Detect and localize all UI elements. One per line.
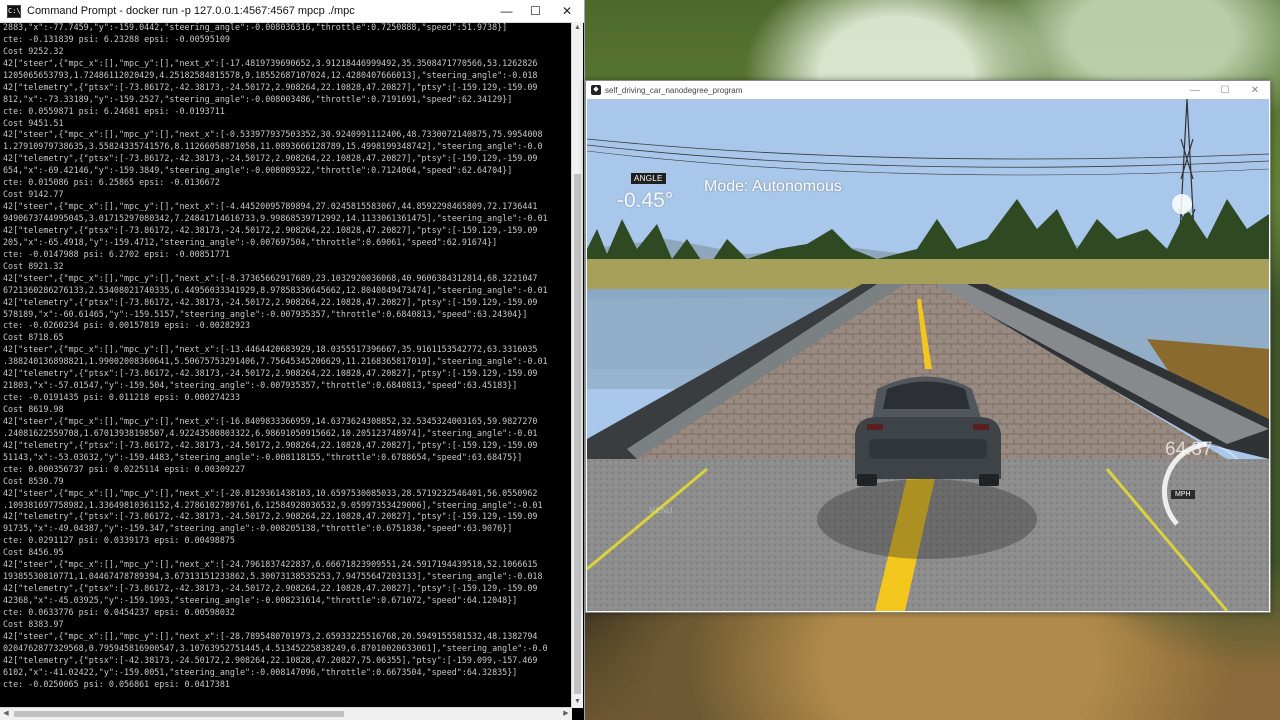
console-line: Cost 8921.32: [3, 260, 64, 271]
console-line: 42["telemetry",{"ptsx":[-73.86172,-42.38…: [3, 583, 538, 594]
console-line: cte: 0.015086 psi: 6.25865 epsi: -0.0136…: [3, 177, 220, 188]
console-line: 42["steer",{"mpc_x":[],"mpc_y":[],"next_…: [3, 630, 538, 641]
console-line: 42["telemetry",{"ptsx":[-73.86172,-42.38…: [3, 153, 538, 164]
console-line: 19385530810771,1.04467478789394,3.673131…: [3, 571, 543, 582]
simulator-window[interactable]: ◆ self_driving_car_nanodegree_program — …: [585, 80, 1271, 613]
angle-label: ANGLE: [631, 173, 666, 184]
console-line: cte: 0.000356737 psi: 0.0225114 epsi: 0.…: [3, 463, 246, 474]
console-line: 654,"x":-69.42146,"y":-159.3849,"steerin…: [3, 165, 513, 176]
car-shadow: [817, 479, 1037, 559]
console-line: 2883,"x":-77.7459,"y":-159.0442,"steerin…: [3, 22, 508, 32]
sim-close-button[interactable]: ✕: [1240, 85, 1270, 96]
console-line: 42["steer",{"mpc_x":[],"mpc_y":[],"next_…: [3, 487, 538, 498]
console-line: Cost 8718.65: [3, 332, 64, 343]
driving-mode-label: Mode: Autonomous: [704, 178, 842, 195]
scroll-right-icon[interactable]: ▶: [560, 708, 572, 720]
console-line: 0204762877329568,0.795945816900547,3.107…: [3, 642, 548, 653]
console-line: 205,"x":-65.4918,"y":-159.4712,"steering…: [3, 236, 498, 247]
console-output[interactable]: 2883,"x":-77.7459,"y":-159.0442,"steerin…: [3, 22, 571, 708]
vertical-scroll-thumb[interactable]: [574, 174, 581, 694]
sun-glare: [1172, 194, 1192, 214]
console-line: cte: 0.0559871 psi: 6.24681 epsi: -0.019…: [3, 105, 225, 116]
console-line: .388240136898821,1.99002008360641,5.5067…: [3, 356, 548, 367]
console-line: 42["telemetry",{"ptsx":[-73.86172,-42.38…: [3, 439, 538, 450]
maximize-button[interactable]: ☐: [521, 0, 550, 22]
cmd-window-title: Command Prompt - docker run -p 127.0.0.1…: [27, 5, 355, 17]
console-line: 42368,"x":-45.03925,"y":-159.1993,"steer…: [3, 595, 518, 605]
console-line: 42["steer",{"mpc_x":[],"mpc_y":[],"next_…: [3, 559, 538, 570]
console-line: 42["steer",{"mpc_x":[],"mpc_y":[],"next_…: [3, 415, 538, 426]
console-line: 42["steer",{"mpc_x":[],"mpc_y":[],"next_…: [3, 129, 543, 140]
console-line: 42["telemetry",{"ptsx":[-73.86172,-42.38…: [3, 296, 538, 307]
console-line: Cost 8383.97: [3, 618, 64, 629]
console-line: 42["telemetry",{"ptsx":[-42.38173,-24.50…: [3, 654, 538, 665]
console-line: 1205065653793,1.72486112020429,4.2518258…: [3, 69, 538, 80]
scroll-up-icon[interactable]: ▲: [572, 22, 583, 34]
command-prompt-window[interactable]: C:\ Command Prompt - docker run -p 127.0…: [0, 0, 585, 720]
speed-unit-badge: MPH: [1171, 490, 1195, 499]
sim-window-title: self_driving_car_nanodegree_program: [605, 85, 743, 95]
console-line: cte: 0.0633776 psi: 0.0454237 epsi: 0.00…: [3, 606, 235, 617]
cmd-titlebar[interactable]: C:\ Command Prompt - docker run -p 127.0…: [0, 0, 584, 23]
menu-button[interactable]: MENU: [649, 506, 673, 515]
driving-scene: [587, 99, 1269, 611]
console-line: 42["steer",{"mpc_x":[],"mpc_y":[],"next_…: [3, 344, 538, 355]
console-line: 42["telemetry",{"ptsx":[-73.86172,-42.38…: [3, 511, 538, 522]
console-line: 42["telemetry",{"ptsx":[-73.86172,-42.38…: [3, 224, 538, 235]
console-line: Cost 8530.79: [3, 475, 64, 486]
console-line: cte: -0.0250065 psi: 0.056861 epsi: 0.04…: [3, 678, 230, 689]
console-line: 812,"x":-73.33189,"y":-159.2527,"steerin…: [3, 93, 513, 104]
console-line: cte: -0.0147988 psi: 6.2702 epsi: -0.008…: [3, 248, 230, 259]
console-line: 42["telemetry",{"ptsx":[-73.86172,-42.38…: [3, 368, 538, 379]
console-line: cte: -0.0260234 psi: 0.00157819 epsi: -0…: [3, 320, 251, 331]
console-line: 42["telemetry",{"ptsx":[-73.86172,-42.38…: [3, 81, 538, 92]
console-line: cte: -0.131839 psi: 6.23288 epsi: -0.005…: [3, 33, 230, 44]
console-line: Cost 9252.32: [3, 45, 64, 56]
console-line: 578189,"x":-60.61465,"y":-159.5157,"stee…: [3, 308, 528, 319]
console-line: Cost 8619.98: [3, 404, 64, 414]
console-line: 42["steer",{"mpc_x":[],"mpc_y":[],"next_…: [3, 57, 538, 68]
console-line: cte: -0.0191435 psi: 0.011218 epsi: 0.00…: [3, 392, 240, 403]
steering-angle-value: -0.45°: [617, 189, 674, 212]
console-line: 91735,"x":-49.04387,"y":-159.347,"steeri…: [3, 523, 513, 534]
console-line: 9490673744995045,3.01715297080342,7.2484…: [3, 213, 548, 223]
console-line: 6721360286276133,2.53408021740335,6.4495…: [3, 284, 548, 295]
close-button[interactable]: ✕: [550, 0, 584, 22]
scroll-down-icon[interactable]: ▼: [572, 696, 583, 708]
horizontal-scrollbar[interactable]: ◀ ▶: [0, 707, 572, 720]
sim-minimize-button[interactable]: —: [1180, 85, 1210, 96]
console-line: 1.27910979738635,3.55824335741576,8.1126…: [3, 141, 543, 152]
speed-value: 64.37: [1165, 439, 1213, 460]
terminal-icon: C:\: [7, 4, 21, 18]
console-line: 6102,"x":-41.02422,"y":-159.0051,"steeri…: [3, 666, 518, 677]
sim-maximize-button[interactable]: ☐: [1210, 85, 1240, 96]
console-line: 42["steer",{"mpc_x":[],"mpc_y":[],"next_…: [3, 272, 538, 283]
console-line: Cost 9142.77: [3, 189, 64, 200]
scroll-left-icon[interactable]: ◀: [0, 708, 12, 720]
console-line: 21803,"x":-57.01547,"y":-159.504,"steeri…: [3, 380, 518, 391]
minimize-button[interactable]: —: [492, 0, 521, 22]
horizontal-scroll-thumb[interactable]: [14, 711, 344, 717]
simulator-viewport[interactable]: ANGLE -0.45° Mode: Autonomous 64.37 MPH …: [587, 99, 1269, 611]
console-line: Cost 9451.51: [3, 117, 64, 128]
sim-titlebar[interactable]: ◆ self_driving_car_nanodegree_program — …: [586, 81, 1270, 99]
console-line: .109381697758982,1.33649810361152,4.2786…: [3, 499, 543, 510]
console-line: Cost 8456.95: [3, 547, 64, 558]
console-line: cte: 0.0291127 psi: 0.0339173 epsi: 0.00…: [3, 535, 235, 546]
console-line: 51143,"x":-53.03632,"y":-159.4483,"steer…: [3, 451, 523, 462]
vertical-scrollbar[interactable]: ▲ ▼: [571, 22, 583, 708]
unity-app-icon: ◆: [591, 85, 601, 95]
console-line: .24081622559708,1.67013938198507,4.92243…: [3, 427, 538, 438]
console-line: 42["steer",{"mpc_x":[],"mpc_y":[],"next_…: [3, 201, 538, 212]
